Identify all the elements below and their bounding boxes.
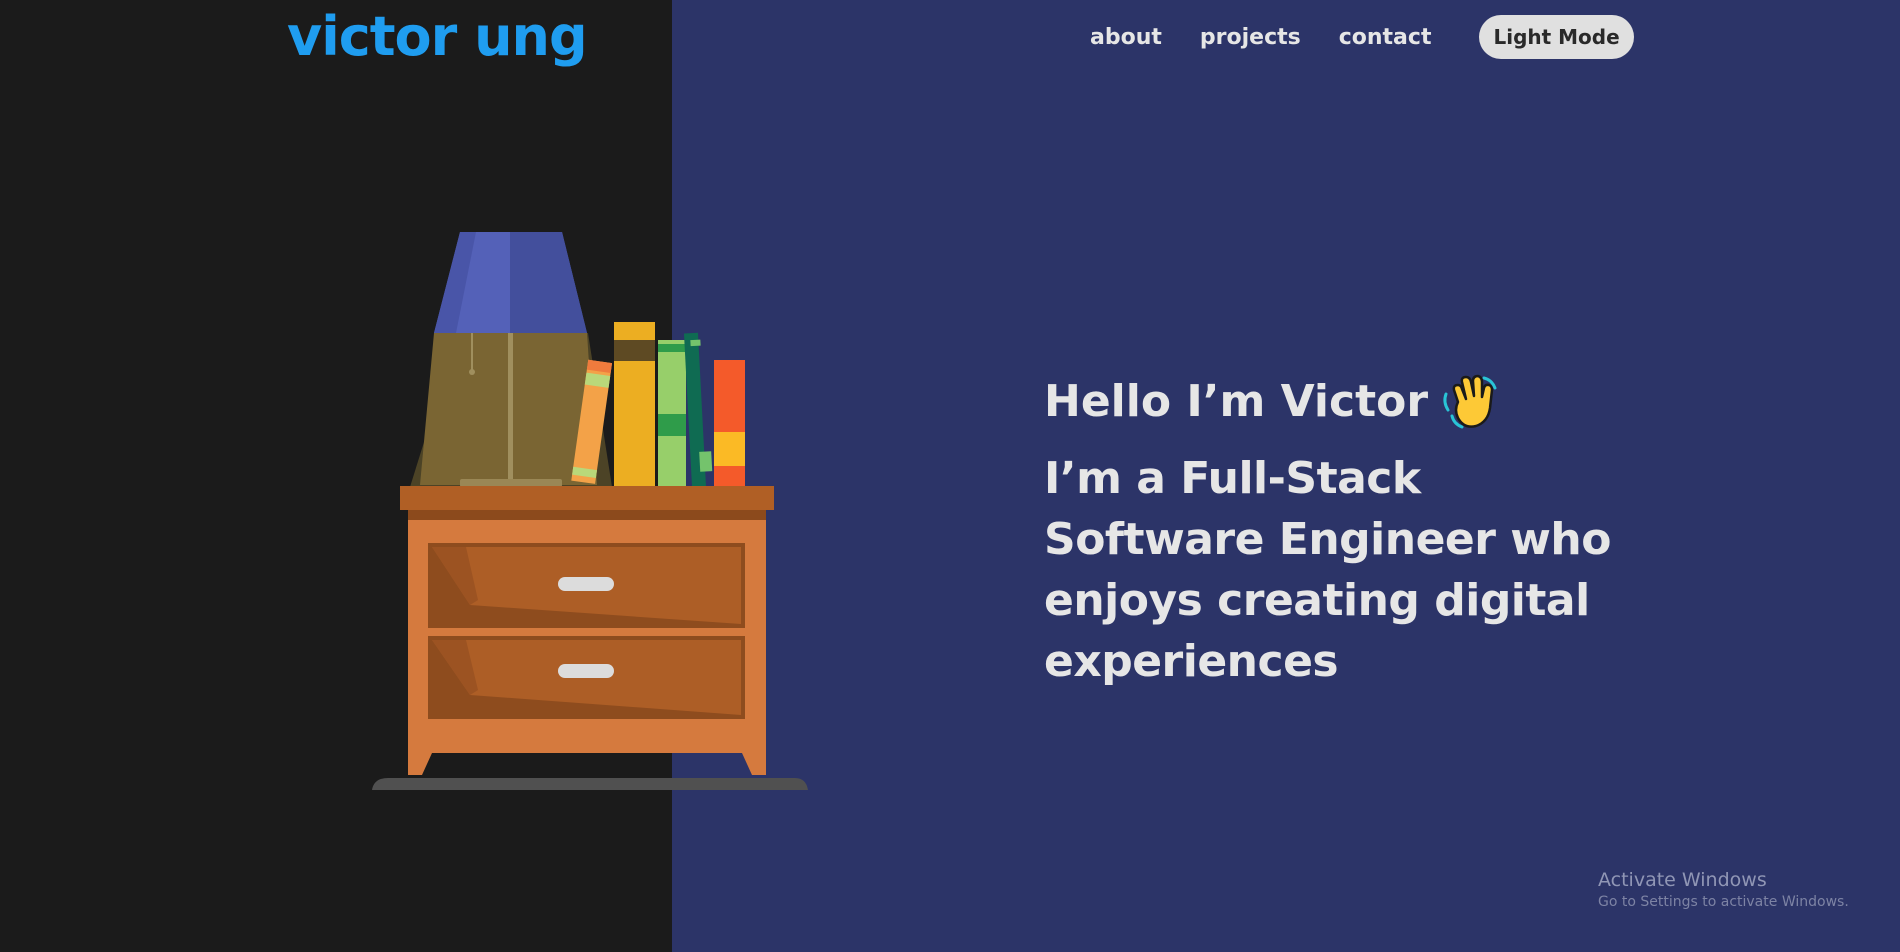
- book-red: [714, 360, 745, 486]
- drawer-bottom-handle: [558, 664, 614, 678]
- nav-link-about[interactable]: about: [1090, 25, 1162, 50]
- page: victor ung about projects contact Light …: [0, 0, 1900, 952]
- book-green: [658, 340, 686, 486]
- site-logo[interactable]: victor ung: [287, 4, 588, 70]
- lamp-rod: [508, 333, 513, 481]
- lamp-base: [460, 479, 562, 487]
- hero-greeting-text: Hello I’m Victor: [1044, 376, 1429, 427]
- windows-activation-watermark: Activate Windows Go to Settings to activ…: [1598, 868, 1849, 912]
- watermark-subtitle: Go to Settings to activate Windows.: [1598, 894, 1849, 910]
- drawer-top-handle: [558, 577, 614, 591]
- main-nav: about projects contact Light Mode: [1090, 15, 1634, 59]
- nightstand-underline: [408, 510, 766, 520]
- lamp-chain-knob: [469, 369, 475, 375]
- lamp-shade-side: [510, 232, 587, 333]
- waving-hand-icon: [1440, 372, 1500, 432]
- watermark-title: Activate Windows: [1598, 869, 1767, 891]
- hero-tagline: I’m a Full-Stack Software Engineer who e…: [1044, 453, 1611, 687]
- hero-greeting: Hello I’m Victor: [1044, 372, 1644, 432]
- hero-section: Hello I’m Victor I’m a Full-Stack Softwa…: [1044, 372, 1644, 692]
- books: [571, 322, 745, 488]
- nav-link-contact[interactable]: contact: [1339, 25, 1432, 50]
- nav-link-projects[interactable]: projects: [1200, 25, 1301, 50]
- nightstand-top: [400, 486, 774, 510]
- floor-shadow: [372, 778, 808, 790]
- light-mode-toggle-button[interactable]: Light Mode: [1479, 15, 1634, 59]
